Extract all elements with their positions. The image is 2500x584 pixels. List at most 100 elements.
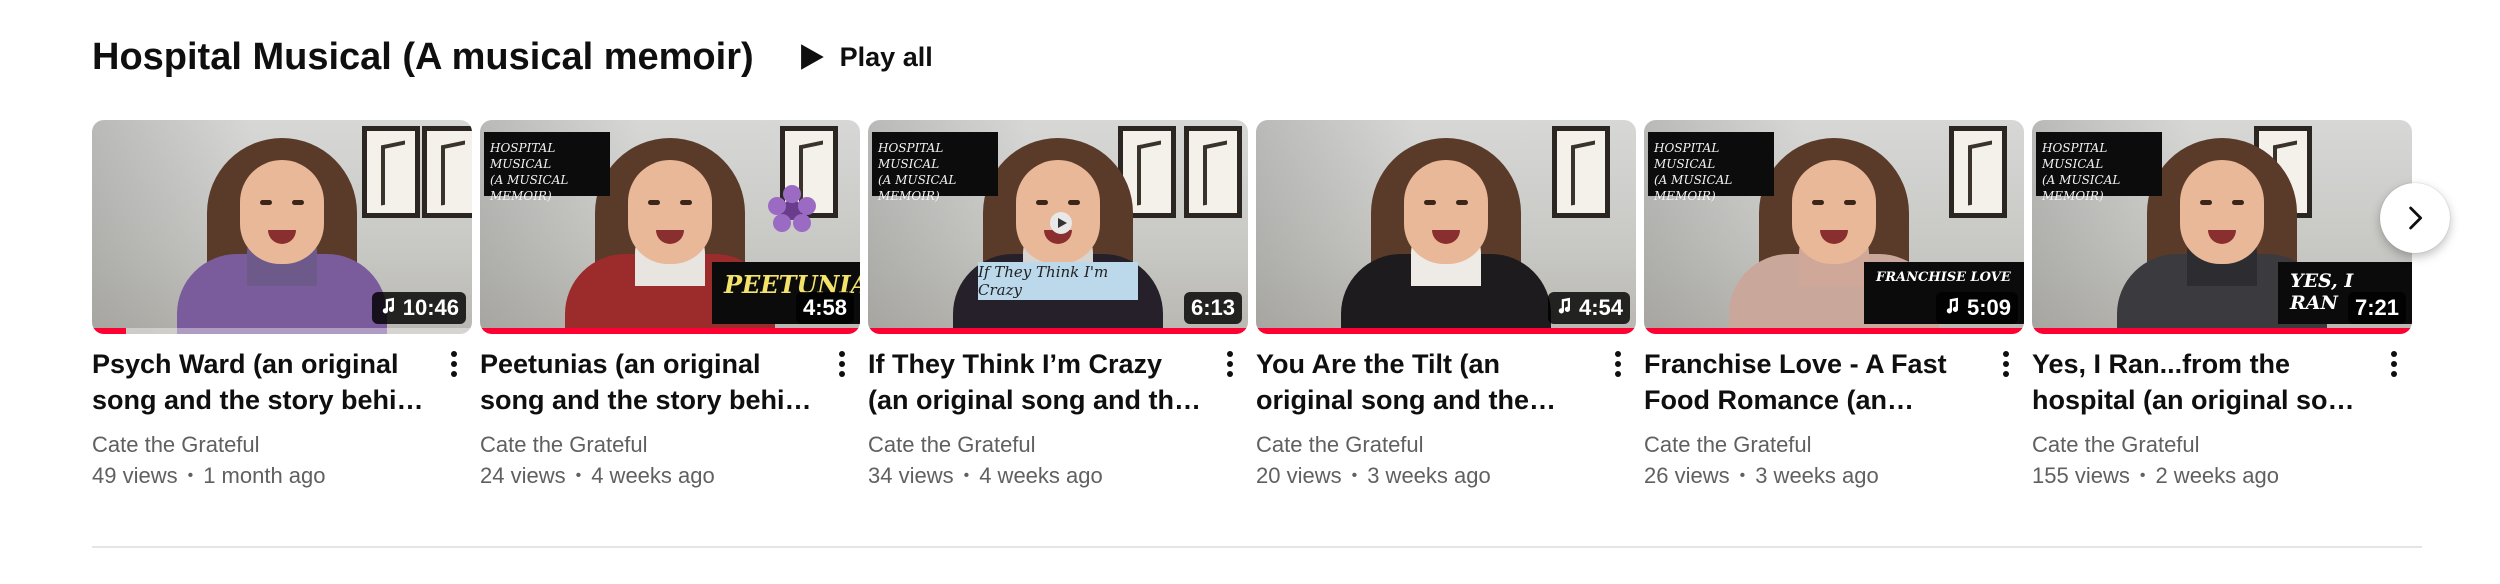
- video-stats: 20 views • 3 weeks ago: [1256, 460, 1636, 492]
- wall-art-frame: [362, 126, 420, 218]
- watch-progress-fill: [1256, 328, 1636, 334]
- view-count: 49 views: [92, 463, 178, 488]
- separator-dot: •: [1739, 467, 1746, 484]
- watch-progress-bar: [2032, 328, 2412, 334]
- person-eye: [1068, 200, 1080, 205]
- watch-progress-bar: [480, 328, 860, 334]
- duration-text: 4:54: [1578, 295, 1623, 320]
- watch-progress-fill: [868, 328, 1248, 334]
- video-thumbnail[interactable]: 10:46: [92, 120, 472, 334]
- video-stats: 155 views • 2 weeks ago: [2032, 460, 2412, 492]
- video-thumbnail[interactable]: HOSPITAL MUSICAL (A MUSICAL MEMOIR) If Th…: [868, 120, 1248, 334]
- shelf-header: Hospital Musical (A musical memoir) Play…: [92, 34, 933, 80]
- video-stats: 26 views • 3 weeks ago: [1644, 460, 2024, 492]
- more-actions-icon[interactable]: [1996, 348, 2016, 384]
- separator-dot: •: [187, 467, 194, 484]
- person-face: [628, 160, 712, 264]
- video-title[interactable]: Peetunias (an original song and the stor…: [480, 346, 818, 418]
- person-face: [240, 160, 324, 264]
- play-all-label: Play all: [839, 41, 933, 72]
- view-count: 34 views: [868, 463, 954, 488]
- view-count: 20 views: [1256, 463, 1342, 488]
- duration-badge: 5:09: [1935, 292, 2018, 324]
- duration-text: 6:13: [1190, 295, 1235, 320]
- video-title[interactable]: Psych Ward (an original song and the sto…: [92, 346, 430, 418]
- shelf-title[interactable]: Hospital Musical (A musical memoir): [92, 34, 754, 80]
- channel-name[interactable]: Cate the Grateful: [1644, 430, 2024, 460]
- upload-age: 3 weeks ago: [1367, 463, 1491, 488]
- video-meta: You Are the Tilt (an original song and t…: [1256, 346, 1636, 492]
- separator-dot: •: [963, 467, 970, 484]
- duration-text: 10:46: [402, 295, 459, 320]
- upload-age: 1 month ago: [203, 463, 326, 488]
- video-title[interactable]: Franchise Love - A Fast Food Romance (an…: [1644, 346, 1982, 418]
- duration-badge: 4:54: [1547, 292, 1630, 324]
- video-meta: Peetunias (an original song and the stor…: [480, 346, 860, 492]
- video-shelf-row: 10:46 Psych Ward (an original song and th…: [92, 120, 2422, 510]
- video-thumbnail[interactable]: HOSPITAL MUSICAL (A MUSICAL MEMOIR) FRANC…: [1644, 120, 2024, 334]
- view-count: 155 views: [2032, 463, 2130, 488]
- person-face: [2180, 160, 2264, 264]
- watch-progress-bar: [92, 328, 472, 334]
- mini-play-icon: [1050, 212, 1072, 234]
- video-card[interactable]: HOSPITAL MUSICAL (A MUSICAL MEMOIR) YES, …: [2032, 120, 2412, 492]
- channel-name[interactable]: Cate the Grateful: [1256, 430, 1636, 460]
- view-count: 24 views: [480, 463, 566, 488]
- channel-name[interactable]: Cate the Grateful: [2032, 430, 2412, 460]
- separator-dot: •: [1351, 467, 1358, 484]
- person-mouth: [1432, 230, 1460, 244]
- video-title[interactable]: Yes, I Ran...from the hospital (an origi…: [2032, 346, 2370, 418]
- person-eye: [292, 200, 304, 205]
- video-title[interactable]: If They Think I’m Crazy (an original son…: [868, 346, 1206, 418]
- wall-art-frame: [1949, 126, 2007, 218]
- upload-age: 2 weeks ago: [2155, 463, 2279, 488]
- wall-art-frame: [422, 126, 472, 218]
- video-meta: Psych Ward (an original song and the sto…: [92, 346, 472, 492]
- person-mouth: [1820, 230, 1848, 244]
- video-card[interactable]: HOSPITAL MUSICAL (A MUSICAL MEMOIR) If Th…: [868, 120, 1248, 492]
- thumbnail-overlay-label: HOSPITAL MUSICAL (A MUSICAL MEMOIR): [872, 132, 998, 203]
- duration-badge: 6:13: [1183, 292, 1242, 324]
- duration-text: 4:58: [802, 295, 847, 320]
- more-actions-icon[interactable]: [832, 348, 852, 384]
- video-meta: Franchise Love - A Fast Food Romance (an…: [1644, 346, 2024, 492]
- play-all-button[interactable]: Play all: [794, 40, 933, 74]
- separator-dot: •: [2139, 467, 2146, 484]
- more-actions-icon[interactable]: [444, 348, 464, 384]
- person-mouth: [268, 230, 296, 244]
- person-face: [1404, 160, 1488, 264]
- video-thumbnail[interactable]: HOSPITAL MUSICAL (A MUSICAL MEMOIR) YES, …: [2032, 120, 2412, 334]
- channel-name[interactable]: Cate the Grateful: [480, 430, 860, 460]
- person-eye: [1812, 200, 1824, 205]
- play-icon: [800, 44, 824, 70]
- chevron-right-icon: [2409, 206, 2422, 230]
- watch-progress-bar: [1644, 328, 2024, 334]
- upload-age: 4 weeks ago: [979, 463, 1103, 488]
- video-card[interactable]: 4:54 You Are the Tilt (an original song a…: [1256, 120, 1636, 492]
- person-eye: [680, 200, 692, 205]
- video-thumbnail[interactable]: HOSPITAL MUSICAL (A MUSICAL MEMOIR) PEETU…: [480, 120, 860, 334]
- music-note-icon: [1943, 295, 1967, 321]
- video-title[interactable]: You Are the Tilt (an original song and t…: [1256, 346, 1594, 418]
- video-card[interactable]: HOSPITAL MUSICAL (A MUSICAL MEMOIR) PEETU…: [480, 120, 860, 492]
- video-card[interactable]: HOSPITAL MUSICAL (A MUSICAL MEMOIR) FRANC…: [1644, 120, 2024, 492]
- channel-name[interactable]: Cate the Grateful: [92, 430, 472, 460]
- video-card[interactable]: 10:46 Psych Ward (an original song and th…: [92, 120, 472, 492]
- more-actions-icon[interactable]: [2384, 348, 2404, 384]
- next-button[interactable]: [2380, 183, 2450, 253]
- video-thumbnail[interactable]: 4:54: [1256, 120, 1636, 334]
- video-stats: 49 views • 1 month ago: [92, 460, 472, 492]
- more-actions-icon[interactable]: [1220, 348, 1240, 384]
- channel-name[interactable]: Cate the Grateful: [868, 430, 1248, 460]
- upload-age: 3 weeks ago: [1755, 463, 1879, 488]
- thumbnail-overlay-label: HOSPITAL MUSICAL (A MUSICAL MEMOIR): [484, 132, 610, 203]
- flower-doodle-icon: [762, 180, 822, 245]
- video-meta: If They Think I’m Crazy (an original son…: [868, 346, 1248, 492]
- wall-art-frame: [1552, 126, 1610, 218]
- section-divider: [92, 546, 2422, 548]
- person-eye: [648, 200, 660, 205]
- more-actions-icon[interactable]: [1608, 348, 1628, 384]
- wall-art-frame: [1184, 126, 1242, 218]
- person-eye: [2232, 200, 2244, 205]
- thumbnail-overlay-label: HOSPITAL MUSICAL (A MUSICAL MEMOIR): [2036, 132, 2162, 203]
